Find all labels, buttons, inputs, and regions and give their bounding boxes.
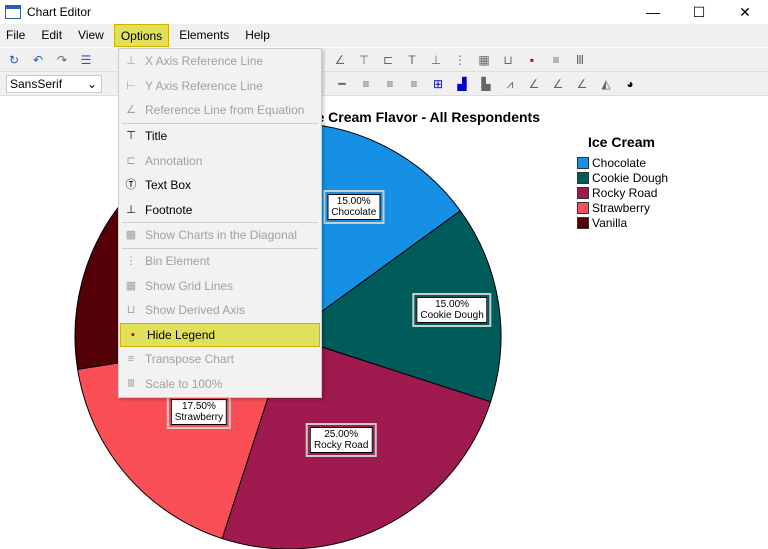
menu-item-x-axis-reference-line[interactable]: ⊥ X Axis Reference Line <box>119 49 321 74</box>
menu-item-show-charts-in-the-diagonal[interactable]: ▩ Show Charts in the Diagonal <box>119 223 321 248</box>
title-icon: ⊤ <box>126 130 136 143</box>
legend-label: Cookie Dough <box>592 170 669 185</box>
menu-item-label: Transpose Chart <box>145 352 234 367</box>
legend-swatch <box>577 186 589 199</box>
data-label-category: Chocolate <box>331 206 377 218</box>
legend-swatch <box>577 171 589 184</box>
menu-item-label: Y Axis Reference Line <box>145 78 263 93</box>
menu-item-show-grid-lines[interactable]: ▦ Show Grid Lines <box>119 273 321 298</box>
derived-axis-icon: ⊔ <box>126 304 136 317</box>
legend-item[interactable]: Cookie Dough <box>577 170 668 185</box>
menu-item-label: Text Box <box>145 178 192 193</box>
bin-icon: ⋮ <box>125 255 137 268</box>
menu-item-label: Show Grid Lines <box>145 278 234 293</box>
data-label[interactable]: 25.00% Rocky Road <box>305 423 377 458</box>
menu-item-text-box[interactable]: Ⓣ Text Box <box>119 173 321 198</box>
data-label-value: 25.00% <box>324 429 359 441</box>
diagonal-icon: ▩ <box>125 229 137 242</box>
data-label-category: Cookie Dough <box>420 310 484 321</box>
menu-item-hide-legend[interactable]: ▪ Hide Legend <box>120 322 320 348</box>
y-reference-line-icon: ⊢ <box>126 79 136 92</box>
data-label[interactable]: 17.50% Strawberry <box>166 395 232 430</box>
legend-label: Chocolate <box>592 155 647 170</box>
data-label-value: 15.00% <box>435 299 470 310</box>
legend-icon: ▪ <box>131 328 135 341</box>
menu-item-title[interactable]: ⊤ Title <box>119 124 321 149</box>
legend-swatch <box>577 156 589 169</box>
menu-item-transpose-chart[interactable]: ≡ Transpose Chart <box>119 347 321 372</box>
data-label-category: Strawberry <box>174 412 224 424</box>
pie-chart <box>74 122 502 549</box>
menu-item-show-derived-axis[interactable]: ⊔ Show Derived Axis <box>119 298 321 323</box>
menu-item-scale-to-100[interactable]: Ⅲ Scale to 100% <box>119 372 321 397</box>
menu-item-label: X Axis Reference Line <box>145 54 264 69</box>
menu-item-label: Scale to 100% <box>145 377 223 392</box>
menu-item-label: Show Charts in the Diagonal <box>145 228 298 243</box>
options-menu: ⊥ X Axis Reference Line ⊢ Y Axis Reference … <box>118 48 322 398</box>
text-box-icon: Ⓣ <box>125 179 137 192</box>
menu-item-label: Bin Element <box>145 254 210 269</box>
legend-label: Strawberry <box>592 200 651 215</box>
legend-item[interactable]: Rocky Road <box>577 185 668 200</box>
legend-title: Ice Cream <box>588 134 655 150</box>
legend-item[interactable]: Vanilla <box>577 215 668 230</box>
grid-icon: ▦ <box>125 279 137 292</box>
x-reference-line-icon: ⊥ <box>126 55 136 68</box>
data-label[interactable]: 15.00% Chocolate <box>323 189 385 224</box>
menu-item-annotation[interactable]: ⊏ Annotation <box>119 148 321 173</box>
data-label[interactable]: 15.00% Cookie Dough <box>412 293 492 327</box>
legend-item[interactable]: Chocolate <box>577 155 668 170</box>
legend-swatch <box>577 201 589 214</box>
scale-icon: Ⅲ <box>127 378 135 391</box>
menu-item-y-axis-reference-line[interactable]: ⊢ Y Axis Reference Line <box>119 74 321 99</box>
legend-label: Rocky Road <box>592 185 658 200</box>
equation-line-icon: ∠ <box>126 104 136 117</box>
menu-item-label: Footnote <box>145 202 193 217</box>
footnote-icon: ⊥ <box>126 203 136 216</box>
menu-item-bin-element[interactable]: ⋮ Bin Element <box>119 249 321 274</box>
data-label-category: Rocky Road <box>313 440 369 452</box>
annotation-icon: ⊏ <box>126 154 136 167</box>
menu-item-label: Reference Line from Equation <box>145 103 305 118</box>
menu-item-label: Show Derived Axis <box>145 303 246 318</box>
data-label-value: 17.50% <box>181 401 216 413</box>
legend-swatch <box>577 216 589 229</box>
legend-label: Vanilla <box>592 215 628 230</box>
transpose-icon: ≡ <box>127 353 135 366</box>
menu-item-footnote[interactable]: ⊥ Footnote <box>119 198 321 223</box>
menu-item-label: Annotation <box>145 153 203 168</box>
menu-item-reference-line-from-equation[interactable]: ∠ Reference Line from Equation <box>119 98 321 123</box>
menu-item-label: Title <box>145 129 168 144</box>
legend[interactable]: Ice Cream Chocolate Cookie Dough Rocky Roa… <box>577 134 668 230</box>
menu-item-label: Hide Legend <box>147 327 216 342</box>
data-label-value: 15.00% <box>336 195 371 207</box>
legend-item[interactable]: Strawberry <box>577 200 668 215</box>
